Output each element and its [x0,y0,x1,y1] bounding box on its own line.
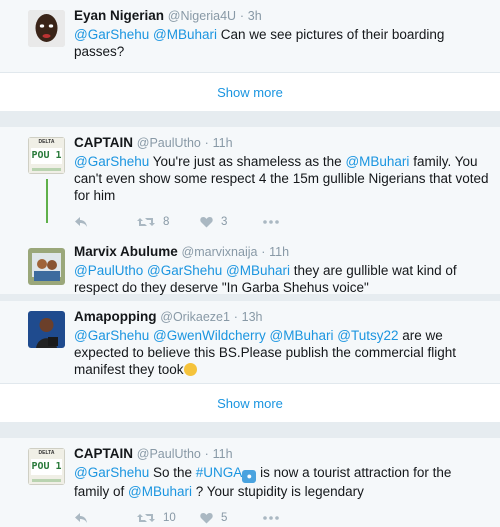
reply-icon [75,217,87,227]
mention-link[interactable]: @GarShehu [147,263,222,278]
show-more-link[interactable]: Show more [0,73,500,113]
avatar[interactable] [28,248,65,285]
mention-link[interactable]: @PaulUtho [74,263,143,278]
tweet-card[interactable]: Amapopping @Orikaeze1 · 13h @GarShehu @G… [0,301,500,402]
ellipsis-icon [263,516,279,520]
tweet-header: CAPTAIN @PaulUtho · 11h [74,135,490,151]
author-handle[interactable]: @PaulUtho [137,447,201,461]
tweet-actions: 10 5 [74,506,490,527]
separator-dot: · [204,447,209,461]
like-count: 5 [221,512,228,524]
plate-number: POU 1 [31,459,62,475]
tweet-header: CAPTAIN @PaulUtho · 11h [74,446,490,462]
author-handle[interactable]: @PaulUtho [137,136,201,150]
author-name[interactable]: CAPTAIN [74,446,133,461]
more-button[interactable] [263,220,303,224]
timestamp[interactable]: 11h [213,136,233,150]
author-handle[interactable]: @marvixnaija [182,245,258,259]
tweet-header: Marvix Abulume @marvixnaija · 11h [74,244,490,260]
more-button[interactable] [263,516,303,520]
tweet-text: @GarShehu So the #UNGA ● is now a tourist… [74,464,490,500]
timestamp[interactable]: 11h [269,245,289,259]
mention-link[interactable]: @GarShehu [74,465,149,480]
author-name[interactable]: Marvix Abulume [74,244,178,259]
mention-link[interactable]: @MBuhari [345,154,409,169]
mention-link[interactable]: @MBuhari [128,484,192,499]
hashtag-link[interactable]: #UNGA [196,465,243,480]
heart-icon [200,217,213,228]
show-more-row[interactable]: Show more [0,384,500,422]
text-span: You're just as shameless as the [149,154,346,169]
avatar[interactable]: DELTA POU 1 [28,448,65,485]
like-button[interactable]: 3 [200,216,263,228]
like-button[interactable]: 5 [200,512,263,524]
separator-dot: · [233,310,238,324]
separator-dot: · [261,245,266,259]
author-name[interactable]: CAPTAIN [74,135,133,150]
heart-icon [200,513,213,524]
reply-button[interactable] [74,216,137,228]
plate-state: DELTA [38,450,55,456]
plate-number: POU 1 [31,148,62,164]
separator-dot: · [204,136,209,150]
author-name[interactable]: Eyan Nigerian [74,8,164,23]
ellipsis-icon [263,220,279,224]
show-more-row[interactable]: Show more [0,73,500,111]
retweet-icon [137,218,155,226]
slightly-smiling-emoji-icon [183,363,197,376]
tweet-text: @GarShehu You're just as shameless as th… [74,153,490,204]
mention-link[interactable]: @GwenWildcherry [153,328,266,343]
author-handle[interactable]: @Orikaeze1 [160,310,230,324]
tweet-header: Amapopping @Orikaeze1 · 13h [74,309,490,325]
timestamp[interactable]: 11h [213,447,233,461]
mention-link[interactable]: @Tutsy22 [337,328,398,343]
author-name[interactable]: Amapopping [74,309,157,324]
tweet-text: @GarShehu @MBuhari Can we see pictures o… [74,26,490,60]
author-handle[interactable]: @Nigeria4U [168,9,236,23]
tweet-text: @PaulUtho @GarShehu @MBuhari they are gu… [74,262,490,296]
retweet-count: 8 [163,216,170,228]
tweet-card[interactable]: DELTA POU 1 CAPTAIN @PaulUtho · 11h @GarS… [0,438,500,527]
timestamp[interactable]: 3h [248,9,262,23]
mention-link[interactable]: @GarShehu [74,27,149,42]
retweet-button[interactable]: 10 [137,512,200,524]
show-more-link[interactable]: Show more [0,384,500,424]
tweet-actions: 8 3 [74,210,490,234]
mention-link[interactable]: @GarShehu [74,154,149,169]
tweet-card[interactable]: Eyan Nigerian @Nigeria4U · 3h @GarShehu … [0,0,500,84]
avatar[interactable] [28,10,65,47]
like-count: 3 [221,216,228,228]
tweet[interactable]: DELTA POU 1 CAPTAIN @PaulUtho · 11h @GarS… [0,127,500,234]
plate-state: DELTA [38,139,55,145]
mention-link[interactable]: @GarShehu [74,328,149,343]
mention-link[interactable]: @MBuhari [226,263,290,278]
avatar[interactable] [28,311,65,348]
mention-link[interactable]: @MBuhari [153,27,217,42]
reply-icon [75,513,87,523]
reply-button[interactable] [74,512,137,524]
mention-link[interactable]: @MBuhari [270,328,334,343]
retweet-button[interactable]: 8 [137,216,200,228]
text-span: ? Your stupidity is legendary [192,484,364,499]
tweet-text: @GarShehu @GwenWildcherry @MBuhari @Tuts… [74,327,490,378]
avatar[interactable]: DELTA POU 1 [28,137,65,174]
retweet-count: 10 [163,512,176,524]
tweet-thread: DELTA POU 1 CAPTAIN @PaulUtho · 11h @GarS… [0,127,500,320]
separator-dot: · [239,9,245,23]
globe-emoji-icon: ● [242,470,257,483]
timestamp[interactable]: 13h [242,310,263,324]
retweet-icon [137,514,155,522]
tweet-header: Eyan Nigerian @Nigeria4U · 3h [74,8,490,24]
text-span: So the [149,465,196,480]
